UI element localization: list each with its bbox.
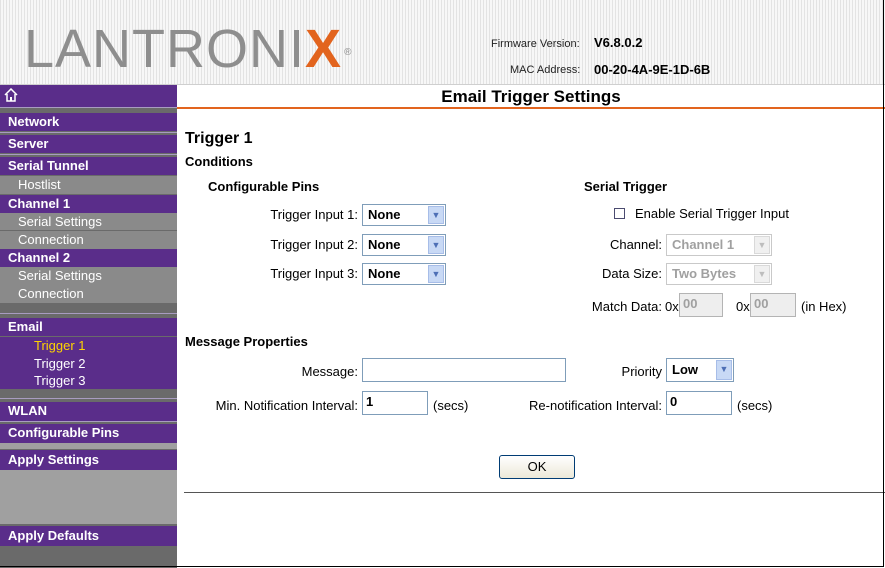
page-border: [0, 0, 884, 567]
